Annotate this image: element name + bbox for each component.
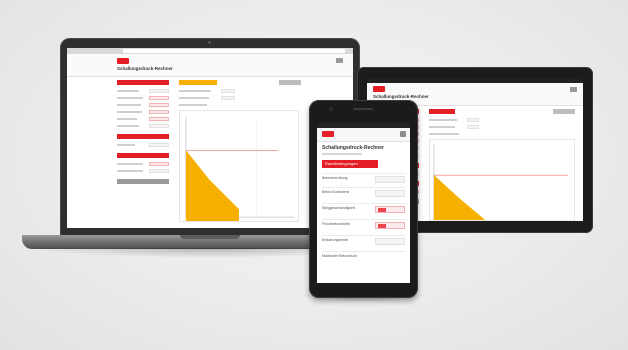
form-row: Steiggeschwindigkeit: [322, 203, 406, 217]
form-row: [117, 143, 169, 147]
form-row: [117, 110, 169, 114]
result-row: [179, 89, 249, 93]
laptop-camera: [208, 41, 211, 44]
form-row: [117, 169, 169, 173]
form-row-input[interactable]: [375, 222, 405, 229]
form-row: [117, 117, 169, 121]
phone-camera: [329, 107, 333, 111]
calculate-button[interactable]: [117, 179, 169, 184]
export-button[interactable]: [279, 80, 301, 85]
form-row: [117, 162, 169, 166]
app-title: Schallungsdruck-Rechner: [373, 94, 429, 99]
logo: [117, 58, 129, 64]
form-row-label: Beton-Konsistenz: [322, 190, 350, 194]
product-scene: Schallungsdruck-Rechner Schallungsdruck-…: [0, 0, 628, 350]
result-row: [179, 103, 249, 107]
app-title: Schallungsdruck-Rechner: [117, 66, 173, 71]
form-row: [117, 103, 169, 107]
logo: [373, 86, 385, 92]
form-row: Erstarrungsende: [322, 235, 406, 249]
input-value-mark: [378, 208, 386, 212]
form-row: Beton-Konsistenz: [322, 187, 406, 201]
form-row: [117, 89, 169, 93]
form-row-label: Frischbetonwichte: [322, 222, 351, 226]
pressure-chart: [429, 139, 575, 221]
menu-icon[interactable]: [336, 58, 343, 63]
form-row: [117, 96, 169, 100]
section-header: [117, 80, 169, 85]
form-row-input[interactable]: [375, 238, 405, 245]
section-header: [117, 153, 169, 158]
form-row: Frischbetonwichte: [322, 219, 406, 233]
app-subtitle: [322, 153, 362, 155]
result-row: [179, 96, 249, 100]
form-row-label: Maximaler Betondruck: [322, 254, 357, 258]
phone-speaker: [353, 108, 373, 110]
result-tab[interactable]: [429, 109, 455, 114]
form-row: Betonierrichtung: [322, 173, 406, 187]
form-row: [117, 124, 169, 128]
result-row: [429, 118, 519, 122]
result-row: [429, 125, 519, 129]
form-row: Maximaler Betondruck: [322, 251, 406, 265]
logo: [322, 131, 334, 137]
form-row-label: Betonierrichtung: [322, 176, 348, 180]
app-header: [317, 128, 410, 142]
form-row-label: Erstarrungsende: [322, 238, 348, 242]
form-row-label: Steiggeschwindigkeit: [322, 206, 355, 210]
result-tab[interactable]: [179, 80, 217, 85]
section-header: [117, 134, 169, 139]
input-value-mark: [378, 224, 386, 228]
form-row-input[interactable]: [375, 190, 405, 197]
menu-icon[interactable]: [570, 87, 577, 92]
pressure-chart: [179, 110, 299, 222]
app-title: Schallungsdruck-Rechner: [322, 145, 384, 151]
export-button[interactable]: [553, 109, 575, 114]
conditions-button[interactable]: Randbedingungen: [322, 160, 378, 168]
result-row: [429, 132, 519, 136]
form-row-input[interactable]: [375, 206, 405, 213]
menu-icon[interactable]: [400, 131, 406, 137]
form-row-input[interactable]: [375, 176, 405, 183]
phone-screen: Schallungsdruck-Rechner Randbedingungen …: [317, 123, 410, 283]
smartphone: Schallungsdruck-Rechner Randbedingungen …: [309, 100, 418, 298]
url-bar: [123, 49, 345, 53]
app-header: Schallungsdruck-Rechner: [67, 54, 353, 77]
